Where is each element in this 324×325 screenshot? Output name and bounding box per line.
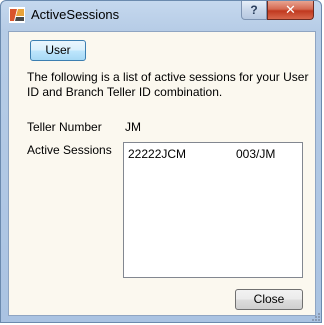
window-title: ActiveSessions <box>31 7 120 22</box>
close-button[interactable]: Close <box>235 289 303 310</box>
window-close-button[interactable]: ✕ <box>267 1 314 20</box>
active-sessions-window: ActiveSessions ? ✕ User The following is… <box>0 0 322 323</box>
teller-number-label: Teller Number <box>27 120 102 134</box>
description-text: The following is a list of active sessio… <box>27 70 309 99</box>
app-logo-icon <box>9 7 25 23</box>
session-teller: 003/JM <box>236 147 276 161</box>
dialog-body: User The following is a list of active s… <box>8 31 316 316</box>
active-sessions-label: Active Sessions <box>27 143 112 157</box>
help-icon: ? <box>250 3 258 17</box>
help-button[interactable]: ? <box>241 1 267 20</box>
close-icon: ✕ <box>285 2 296 17</box>
active-sessions-list[interactable]: 22222JCM 003/JM <box>123 142 303 278</box>
title-bar[interactable]: ActiveSessions ? ✕ <box>1 1 321 31</box>
teller-number-value: JM <box>125 120 141 134</box>
list-item[interactable]: 22222JCM 003/JM <box>128 147 298 162</box>
session-id: 22222JCM <box>128 147 187 161</box>
resize-grip-icon[interactable] <box>311 312 321 322</box>
user-button[interactable]: User <box>30 40 86 61</box>
